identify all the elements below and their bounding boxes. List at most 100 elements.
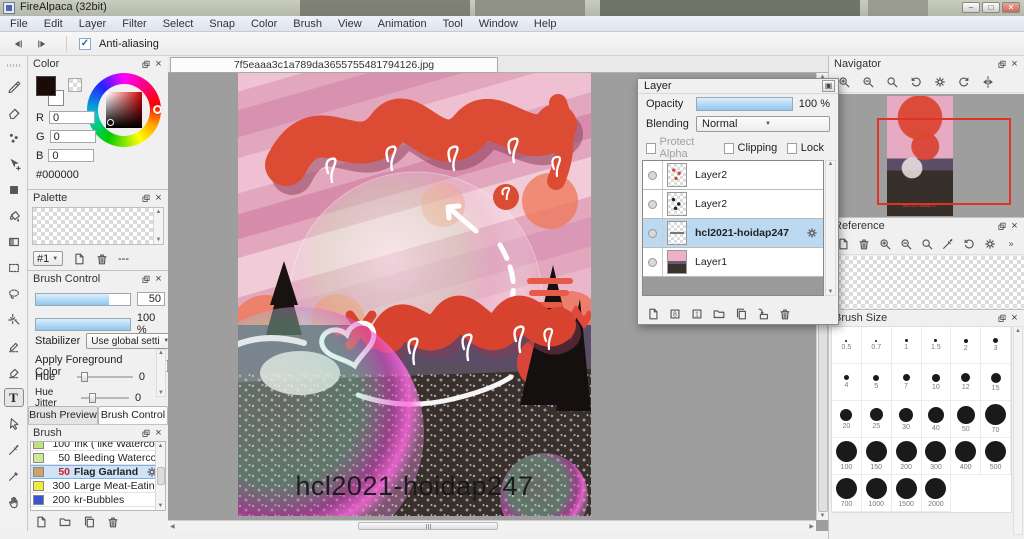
brush-size-preset[interactable]: 5 xyxy=(861,364,892,401)
zoom-icon[interactable] xyxy=(883,73,901,91)
layer-row[interactable]: Layer1 xyxy=(643,248,823,277)
brush-size-preset[interactable]: 300 xyxy=(921,438,952,475)
brush-size-scrollbar[interactable]: ▲ xyxy=(1013,326,1023,535)
g-input[interactable]: 0 xyxy=(49,130,96,143)
brush-size-preset[interactable]: 100 xyxy=(832,438,862,475)
layer-window-titlebar[interactable]: Layer ▣ xyxy=(638,79,838,94)
brush-size-preset[interactable]: 0.7 xyxy=(861,327,892,364)
layer-visibility-toggle[interactable] xyxy=(643,219,663,247)
close-icon[interactable]: × xyxy=(1008,58,1021,70)
antialiasing-checkbox[interactable]: ✓ xyxy=(79,37,91,50)
close-icon[interactable]: × xyxy=(152,58,165,70)
hue-marker[interactable] xyxy=(153,105,162,114)
blending-dropdown[interactable]: Normal ▼ xyxy=(696,116,830,132)
scroll-up-icon[interactable]: ▲ xyxy=(1015,328,1021,334)
brush-size-preset[interactable]: 2 xyxy=(951,327,982,364)
layer-visibility-toggle[interactable] xyxy=(643,190,663,218)
brush-list-item[interactable]: 200 kr-Bubbles xyxy=(31,493,165,507)
close-icon[interactable]: × xyxy=(1008,312,1021,324)
zoom-in-icon[interactable] xyxy=(877,235,892,253)
zoom-out-icon[interactable] xyxy=(859,73,877,91)
select-eraser-tool[interactable] xyxy=(4,362,24,381)
scatter-tool[interactable] xyxy=(4,128,24,147)
rotate-cw-icon[interactable] xyxy=(955,73,973,91)
document-tab[interactable]: 7f5eaaa3c1a789da3655755481794126.jpg xyxy=(170,57,498,73)
brush-size-preset[interactable]: 40 xyxy=(921,401,952,438)
brush-size-preset[interactable]: 0.5 xyxy=(832,327,862,364)
layer-window-close-button[interactable]: ▣ xyxy=(822,80,835,92)
select-rect-tool[interactable] xyxy=(4,258,24,277)
trash-icon[interactable] xyxy=(106,515,120,529)
text-tool[interactable]: T xyxy=(3,388,24,407)
clipping-checkbox[interactable] xyxy=(724,142,734,154)
scroll-left-icon[interactable]: ◀ xyxy=(170,523,175,530)
transparent-color-swatch[interactable] xyxy=(68,78,82,92)
menu-edit[interactable]: Edit xyxy=(36,18,71,30)
palette-list[interactable]: ▲ ▼ xyxy=(32,207,164,245)
brush-size-preset[interactable]: 30 xyxy=(891,401,922,438)
layer-row[interactable]: Layer2 xyxy=(643,161,823,190)
lock-checkbox[interactable] xyxy=(787,142,797,154)
folder-icon[interactable] xyxy=(58,515,72,529)
menu-file[interactable]: File xyxy=(2,18,36,30)
lasso-tool[interactable] xyxy=(4,284,24,303)
tab-brush-preview[interactable]: Brush Preview xyxy=(28,406,98,424)
brush-size-preset[interactable]: 10 xyxy=(921,364,952,401)
reset-view-icon[interactable] xyxy=(931,73,949,91)
layer-1bit-icon[interactable]: 1 xyxy=(690,307,704,321)
duplicate-icon[interactable] xyxy=(82,515,96,529)
brush-list-item[interactable]: 50 Flag Garland xyxy=(31,465,165,479)
pen-tool[interactable] xyxy=(4,76,24,95)
dock-icon[interactable] xyxy=(139,273,152,285)
brush-list-item[interactable]: 100 Ink ( like Watercolo xyxy=(31,442,165,451)
tab-brush-control[interactable]: Brush Control xyxy=(98,406,168,424)
brush-list-item[interactable]: 300 Large Meat-Eating B xyxy=(31,479,165,493)
r-input[interactable]: 0 xyxy=(48,111,95,124)
duplicate-icon[interactable] xyxy=(734,307,748,321)
brush-size-preset[interactable]: 50 xyxy=(951,401,982,438)
brush-size-slider[interactable] xyxy=(35,292,131,306)
new-doc-icon[interactable] xyxy=(34,515,48,529)
dock-icon[interactable] xyxy=(139,427,152,439)
close-icon[interactable]: × xyxy=(152,192,165,204)
layer-opacity-slider[interactable] xyxy=(696,97,793,111)
scroll-down-icon[interactable]: ▼ xyxy=(820,513,826,519)
hue-slider[interactable] xyxy=(76,372,133,382)
menu-view[interactable]: View xyxy=(330,18,370,30)
brush-size-preset[interactable]: 1.5 xyxy=(921,327,952,364)
layer-8bit-icon[interactable]: 8 xyxy=(668,307,682,321)
menu-tool[interactable]: Tool xyxy=(435,18,471,30)
palette-page-select[interactable]: #1 ▼ xyxy=(33,251,63,266)
flip-horizontal-icon[interactable] xyxy=(979,73,997,91)
menu-filter[interactable]: Filter xyxy=(114,18,154,30)
scrollbar-thumb[interactable] xyxy=(358,522,498,530)
brush-size-preset[interactable]: 150 xyxy=(861,438,892,475)
dock-icon[interactable] xyxy=(995,220,1008,232)
b-input[interactable]: 0 xyxy=(48,149,95,162)
foreground-color-swatch[interactable] xyxy=(36,76,56,96)
canvas-image[interactable]: hcl2021-hoidap247 xyxy=(238,73,591,516)
zoom-icon[interactable] xyxy=(919,235,934,253)
brush-list-item[interactable]: 50 Bleeding Watercolo xyxy=(31,451,165,465)
layer-row[interactable]: Layer2 xyxy=(643,190,823,219)
brush-size-preset[interactable]: 3 xyxy=(981,327,1011,364)
select-pen-tool[interactable] xyxy=(4,336,24,355)
eyedropper-icon[interactable] xyxy=(940,235,955,253)
viewport-rectangle[interactable] xyxy=(877,118,1011,205)
palette-scrollbar[interactable]: ▲ ▼ xyxy=(153,208,163,244)
close-icon[interactable]: × xyxy=(152,273,165,285)
canvas-horizontal-scrollbar[interactable]: ◀ ▶ xyxy=(168,520,816,531)
brush-size-preset[interactable]: 4 xyxy=(832,364,862,401)
eyedropper-tool[interactable] xyxy=(4,440,24,459)
new-palette-icon[interactable] xyxy=(72,252,86,266)
menu-animation[interactable]: Animation xyxy=(370,18,435,30)
layer-list-scrollbar[interactable]: ▲ ▼ xyxy=(825,160,836,296)
eraser-tool[interactable] xyxy=(4,102,24,121)
move-tool[interactable] xyxy=(4,154,24,173)
brush-size-preset[interactable]: 70 xyxy=(981,401,1011,438)
rotate-ccw-icon[interactable] xyxy=(907,73,925,91)
zoom-out-icon[interactable] xyxy=(898,235,913,253)
fill-tool[interactable] xyxy=(4,180,24,199)
brush-size-preset[interactable]: 1500 xyxy=(891,475,922,512)
brush-size-preset[interactable]: 7 xyxy=(891,364,922,401)
